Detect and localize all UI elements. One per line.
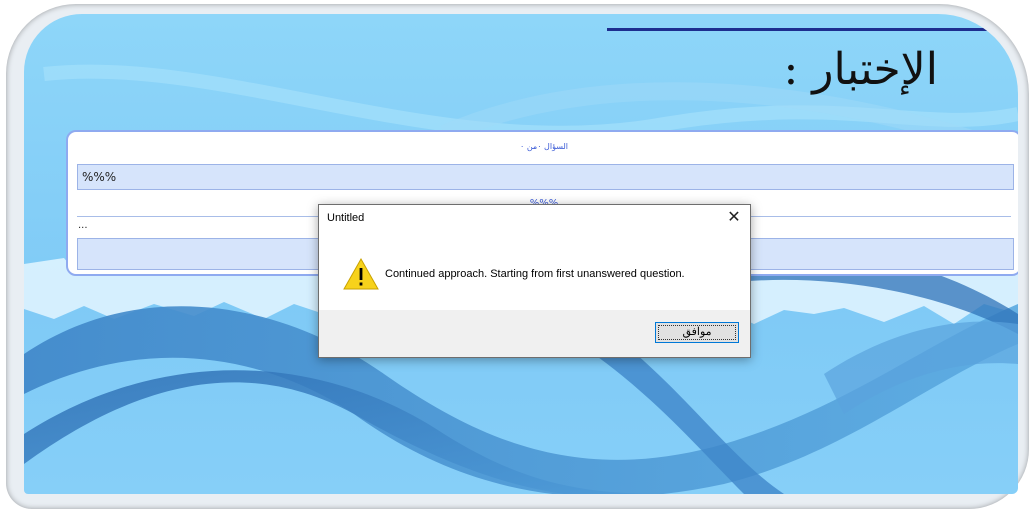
dialog-message: Continued approach. Starting from first …: [385, 268, 685, 280]
screenshot-stage: الإختبار : السؤال ٠من ٠ %%% %%% ... Unti…: [0, 0, 1035, 515]
dialog-title: Untitled: [327, 212, 365, 224]
question-counter: السؤال ٠من ٠: [519, 142, 569, 151]
question-field: %%%: [77, 164, 1014, 190]
warning-icon: [343, 258, 379, 290]
message-dialog: Untitled ✕ Continued approach. Starting …: [318, 204, 751, 358]
ok-button[interactable]: موافق: [655, 322, 739, 343]
ellipsis-label: ...: [78, 220, 88, 231]
top-rule: [607, 28, 1018, 31]
dialog-footer: موافق: [319, 310, 750, 357]
slide-title: الإختبار :: [783, 44, 938, 95]
close-icon[interactable]: ✕: [722, 207, 746, 229]
